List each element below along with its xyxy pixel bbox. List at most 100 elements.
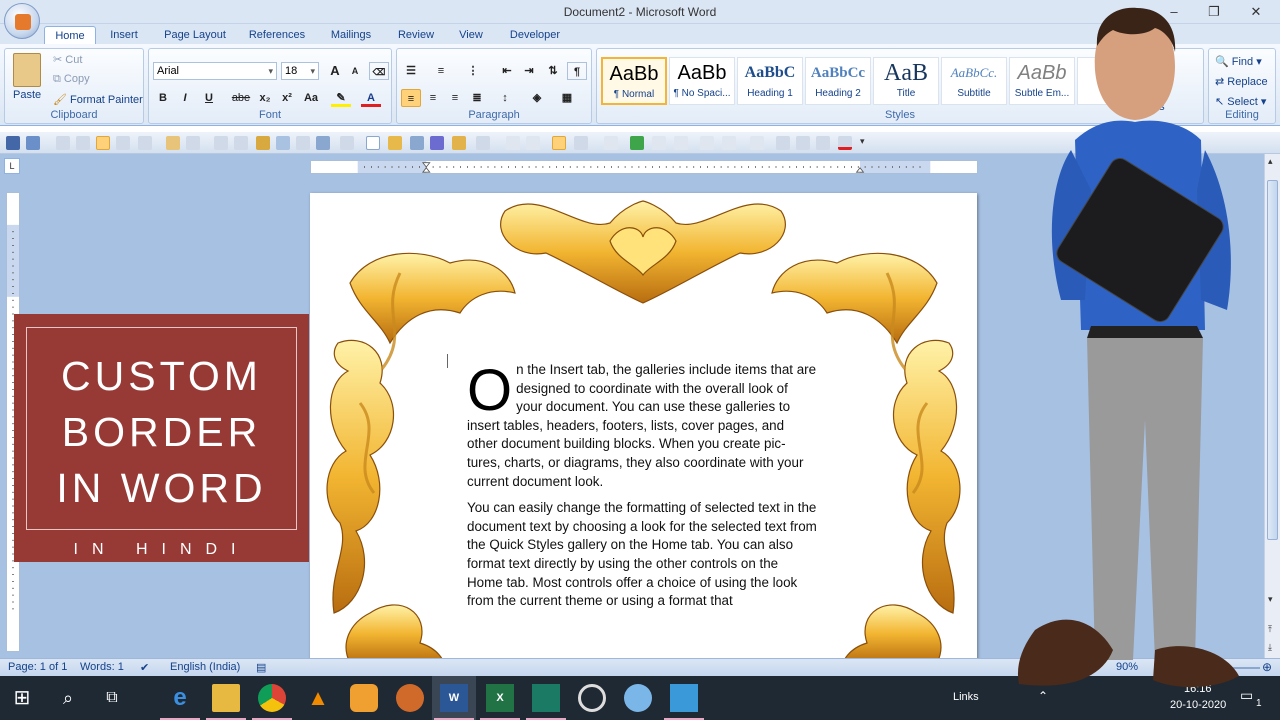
- chrome-icon[interactable]: [252, 684, 292, 720]
- clock-time[interactable]: 16:16: [1184, 683, 1212, 695]
- increase-indent-button[interactable]: ⇥: [519, 62, 539, 80]
- next-page-icon[interactable]: ⤓: [1268, 642, 1272, 653]
- outdent-icon[interactable]: [234, 136, 248, 150]
- task-view-icon[interactable]: ⧉: [98, 684, 126, 712]
- scroll-down-icon[interactable]: ▾: [1268, 594, 1273, 605]
- underline-button[interactable]: U: [199, 89, 219, 107]
- excel-taskbar-icon[interactable]: X: [480, 684, 520, 720]
- horizontal-ruler[interactable]: [310, 160, 978, 174]
- paste-icon[interactable]: [13, 53, 41, 87]
- style-subtitle[interactable]: AaBbCc. Subtitle: [941, 57, 1007, 105]
- screen-app-icon[interactable]: [664, 684, 704, 720]
- highlight-button[interactable]: ✎: [331, 89, 351, 107]
- clear-format-button[interactable]: ⌫: [369, 62, 389, 80]
- sun-icon[interactable]: [552, 136, 566, 150]
- doc-icon[interactable]: [296, 136, 310, 150]
- multilevel-list-button[interactable]: ⋮: [463, 62, 483, 80]
- paint-icon[interactable]: [624, 684, 652, 712]
- line-spacing-button[interactable]: ↕: [495, 89, 515, 107]
- style-title[interactable]: AaB Title: [873, 57, 939, 105]
- lines-icon[interactable]: [186, 136, 200, 150]
- office-button[interactable]: [4, 3, 40, 39]
- check-icon[interactable]: [476, 136, 490, 150]
- style-subtle-emphasis[interactable]: AaBb Subtle Em...: [1009, 57, 1075, 105]
- windows-start-icon[interactable]: ⊞: [8, 684, 36, 712]
- text-effect-icon[interactable]: [750, 136, 764, 150]
- zoom-in-icon[interactable]: ⊕: [1262, 660, 1272, 674]
- picture-icon[interactable]: [410, 136, 424, 150]
- grow-font-button[interactable]: A: [325, 62, 345, 80]
- superscript-button[interactable]: x²: [277, 89, 297, 107]
- zoom-level[interactable]: 90%: [1116, 661, 1138, 673]
- align-center-button[interactable]: ≡: [423, 89, 443, 107]
- strikethrough-button[interactable]: abe: [229, 89, 253, 107]
- style-emphasis[interactable]: A Em: [1077, 57, 1143, 105]
- replace-button[interactable]: ⇄ Replace: [1215, 75, 1268, 88]
- style-heading-2[interactable]: AaBbCc Heading 2: [805, 57, 871, 105]
- minimize-button[interactable]: –: [1154, 2, 1194, 22]
- scroll-up-icon[interactable]: ▴: [1268, 156, 1273, 167]
- box2-icon[interactable]: [722, 136, 736, 150]
- macro-icon[interactable]: ▤: [256, 661, 266, 674]
- copy-qat-icon[interactable]: [574, 136, 588, 150]
- maximize-button[interactable]: ❐: [1194, 2, 1234, 22]
- edit-icon[interactable]: [166, 136, 180, 150]
- bold-button[interactable]: B: [153, 89, 173, 107]
- show-hide-button[interactable]: ¶: [567, 62, 587, 80]
- word-taskbar-icon[interactable]: W: [432, 676, 476, 720]
- tab-page-layout[interactable]: Page Layout: [158, 26, 232, 44]
- italic-button[interactable]: I: [175, 89, 195, 107]
- clock-date[interactable]: 20-10-2020: [1170, 699, 1226, 711]
- font-color-qat-icon[interactable]: [838, 136, 852, 150]
- vlc-icon[interactable]: ▲: [304, 684, 332, 712]
- align-left-button[interactable]: ≡: [401, 89, 421, 107]
- screenshot-icon[interactable]: [796, 136, 810, 150]
- print-preview-icon[interactable]: [56, 136, 70, 150]
- undo-icon[interactable]: [26, 136, 40, 150]
- box-icon[interactable]: [700, 136, 714, 150]
- search-icon[interactable]: ⌕: [54, 684, 82, 712]
- style-normal[interactable]: AaBb ¶ Normal: [601, 57, 667, 105]
- brush-qat-icon[interactable]: [256, 136, 270, 150]
- indent-icon[interactable]: [214, 136, 228, 150]
- shape-icon[interactable]: [604, 136, 618, 150]
- scroll-thumb[interactable]: [1267, 180, 1278, 540]
- format-painter-button[interactable]: 🖌 Format Painter: [53, 93, 143, 106]
- language[interactable]: English (India): [170, 661, 240, 673]
- style-heading-1[interactable]: AaBbC Heading 1: [737, 57, 803, 105]
- tab-selector[interactable]: L: [4, 158, 20, 174]
- tab-references[interactable]: References: [244, 26, 310, 44]
- compare-icon[interactable]: [816, 136, 830, 150]
- star-icon[interactable]: [776, 136, 790, 150]
- borders-button[interactable]: ▦: [557, 89, 577, 107]
- word-count[interactable]: Words: 1: [80, 661, 124, 673]
- tab-review[interactable]: Review: [392, 26, 440, 44]
- hyperlink-icon[interactable]: [430, 136, 444, 150]
- change-styles-button[interactable]: ge: [1157, 89, 1169, 101]
- edge-icon[interactable]: e: [160, 684, 200, 720]
- gimp-icon[interactable]: [396, 684, 424, 712]
- table-icon[interactable]: [316, 136, 330, 150]
- cut-button[interactable]: ✂ Cut: [53, 53, 82, 66]
- shrink-font-button[interactable]: A: [345, 62, 365, 80]
- frame-icon[interactable]: [652, 136, 666, 150]
- app-icon[interactable]: [350, 684, 378, 712]
- prev-page-icon[interactable]: ⤒: [1268, 624, 1272, 635]
- select-button[interactable]: ↖ Select ▾: [1215, 95, 1266, 108]
- align-left-qat-icon[interactable]: [96, 136, 110, 150]
- justify-button[interactable]: ≣: [467, 89, 487, 107]
- green-box-icon[interactable]: [630, 136, 644, 150]
- numbering-button[interactable]: ≡: [431, 62, 451, 80]
- document-body[interactable]: On the Insert tab, the galleries include…: [467, 361, 817, 621]
- insert-icon[interactable]: [340, 136, 354, 150]
- notification-icon[interactable]: ▭: [1240, 687, 1253, 704]
- new-page-icon[interactable]: [366, 136, 380, 150]
- find-button[interactable]: 🔍 Find ▾: [1215, 55, 1262, 68]
- bullets-button[interactable]: ☰: [401, 62, 421, 80]
- customize-qat-icon[interactable]: ▾: [860, 136, 870, 150]
- proofing-icon[interactable]: ✔: [140, 661, 149, 674]
- camtasia-icon[interactable]: [526, 684, 566, 720]
- eraser-icon[interactable]: [276, 136, 290, 150]
- tab-home[interactable]: Home: [44, 26, 96, 44]
- links-toolbar[interactable]: Links: [953, 691, 979, 703]
